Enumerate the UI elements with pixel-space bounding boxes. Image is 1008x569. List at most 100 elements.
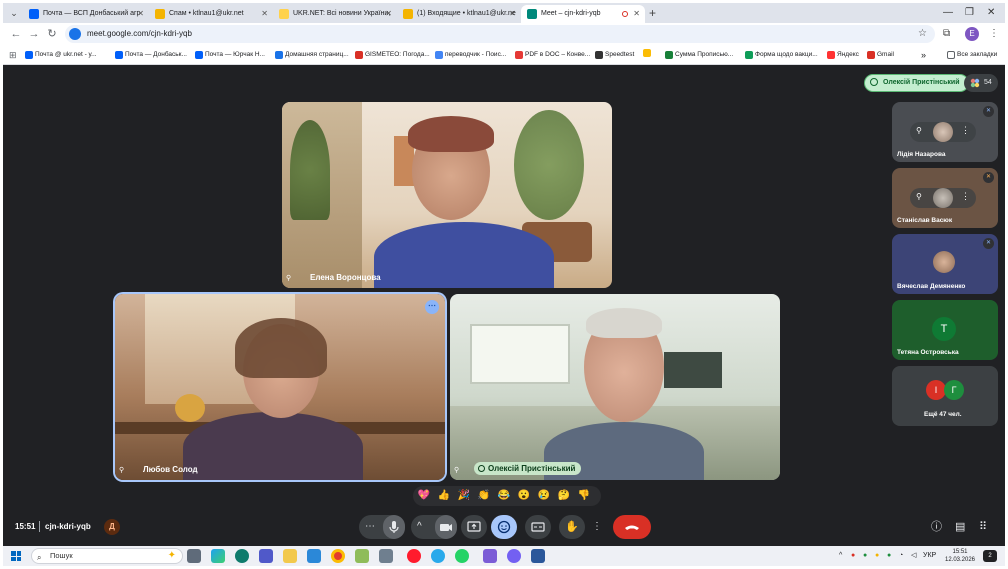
surprised-reaction-button[interactable]: 😮 [517,489,531,503]
microphone-button[interactable] [383,515,405,539]
side-participant-tile[interactable]: ✕ ⚲ ⋮ Лідія Назарова [892,102,998,162]
sad-reaction-button[interactable]: 😢 [537,489,551,503]
bookmark-item[interactable]: Почта — Юрчак Н... [195,45,265,65]
tab-search-icon[interactable]: ⌄ [7,6,21,20]
pin-icon[interactable]: ⚲ [916,126,922,135]
side-participant-tile[interactable]: T Тетяна Островська [892,300,998,360]
extensions-icon[interactable]: ⧉ [943,26,950,42]
bookmark-item[interactable]: Сумма Прописью... [665,45,733,65]
tray-app-icon[interactable]: ● [863,546,867,566]
browser-tab[interactable]: Почта — ВСП Донбаський агр ✕ [23,5,149,23]
close-window-icon[interactable]: ✕ [987,5,995,21]
task-view-icon[interactable] [187,549,201,563]
tray-app-icon[interactable]: ● [875,546,879,566]
tray-overflow-icon[interactable]: ^ [839,546,842,566]
chat-icon[interactable]: ▤ [955,519,965,535]
edge-icon[interactable] [235,549,249,563]
keyboard-language[interactable]: УКР [923,546,936,566]
party-reaction-button[interactable]: 🎉 [457,489,471,503]
more-options-button[interactable]: ⋯ [425,300,439,314]
thinking-reaction-button[interactable]: 🤔 [557,489,571,503]
participant-tile[interactable]: ⚲ Олексій Пристінський [450,294,780,480]
bookmark-item[interactable]: Яндекс [827,45,859,65]
bookmark-item[interactable]: переводчик - Поис... [435,45,506,65]
more-options-button[interactable]: ⋮ [589,515,605,539]
notifications-badge[interactable]: 2 [983,550,997,562]
close-icon[interactable]: ✕ [261,5,268,23]
meeting-info-icon[interactable]: ⓘ [931,519,942,535]
thumbs-down-reaction-button[interactable]: 👎 [577,489,591,503]
chrome-icon[interactable] [331,549,345,563]
present-screen-button[interactable] [461,515,487,539]
captions-button[interactable] [525,515,551,539]
close-icon[interactable]: ✕ [509,5,516,23]
bookmark-item[interactable]: PDF в DOC – Конве... [515,45,590,65]
more-options-icon[interactable]: ⋮ [961,125,970,136]
bookmark-item[interactable]: Домашняя страниц... [275,45,349,65]
bookmark-item[interactable] [643,45,651,65]
taskbar-search[interactable]: ⌕ Пошук ✦ [31,548,183,564]
tray-app-icon[interactable]: ● [887,546,891,566]
bookmark-star-icon[interactable]: ☆ [918,25,927,43]
bookmark-item[interactable]: Форма щодо вакци... [745,45,818,65]
system-clock[interactable]: 15:51 12.03.2026 [939,548,981,564]
apps-grid-icon[interactable]: ⊞ [9,45,17,65]
bookmark-item[interactable]: Gmail [867,45,894,65]
close-icon[interactable]: ✕ [633,5,640,23]
clap-reaction-button[interactable]: 👏 [477,489,491,503]
presenter-indicator[interactable]: Олексій Пристінський [864,74,969,92]
whatsapp-icon[interactable] [455,549,469,563]
forward-icon[interactable]: → [27,26,41,42]
thumbs-up-reaction-button[interactable]: 👍 [437,489,451,503]
address-bar[interactable]: meet.google.com/cjn-kdri-yqb ☆ [65,25,935,43]
browser-tab[interactable]: (1) Входящие • ktlnau1@ukr.ne ✕ [397,5,521,23]
reload-icon[interactable]: ↻ [45,26,59,42]
side-participant-tile[interactable]: ✕ ⚲ ⋮ Станіслав Васюк [892,168,998,228]
reactions-button[interactable] [491,515,517,539]
pin-icon[interactable]: ⚲ [916,192,922,201]
site-info-icon[interactable] [69,28,81,40]
raise-hand-button[interactable]: ✋ [559,515,585,539]
bookmark-item[interactable]: Почта — Донбаськ... [115,45,187,65]
side-participant-tile[interactable]: ✕ Вячеслав Демяненко [892,234,998,294]
participant-count-button[interactable]: 54 [964,74,998,92]
bookmark-item[interactable]: Почта @ ukr.net - у... [25,45,97,65]
video-options-icon[interactable]: ^ [417,515,422,539]
close-icon[interactable]: ✕ [137,5,144,23]
pin-icon[interactable]: ⚲ [286,274,291,282]
viber-icon[interactable] [507,549,521,563]
bookmark-item[interactable]: Speedtest [595,45,634,65]
activities-icon[interactable]: ⠿ [979,519,987,535]
copilot-icon[interactable] [211,549,225,563]
notepad-icon[interactable] [355,549,369,563]
audio-options-icon[interactable]: ⋯ [365,515,375,539]
heart-reaction-button[interactable]: 💖 [417,489,431,503]
opera-icon[interactable] [407,549,421,563]
volume-icon[interactable]: ◁ [911,546,916,566]
menu-kebab-icon[interactable]: ⋮ [989,26,999,42]
app-icon[interactable] [483,549,497,563]
profile-avatar[interactable]: E [965,27,979,41]
participant-tile[interactable]: ⚲ Елена Воронцова [282,102,612,288]
teams-icon[interactable] [259,549,273,563]
camera-button[interactable] [435,515,457,539]
pin-icon[interactable]: ⚲ [454,466,459,474]
word-icon[interactable] [531,549,545,563]
more-options-icon[interactable]: ⋮ [961,191,970,202]
tray-app-icon[interactable]: ● [851,546,855,566]
browser-tab[interactable]: UKR.NET: Всі новини України, ✕ [273,5,397,23]
pin-icon[interactable]: ⚲ [119,466,124,474]
new-tab-button[interactable]: + [649,5,656,21]
minimize-icon[interactable]: — [943,5,953,21]
telegram-icon[interactable] [431,549,445,563]
back-icon[interactable]: ← [9,26,23,42]
all-bookmarks-button[interactable]: Все закладки [947,45,997,65]
browser-tab-active[interactable]: Meet – cjn-kdri-yqb ✕ [521,5,645,23]
file-explorer-icon[interactable] [283,549,297,563]
restore-icon[interactable]: ❐ [965,5,974,21]
calculator-icon[interactable] [379,549,393,563]
participant-tile-speaking[interactable]: ⋯ ⚲ Любов Солод [115,294,445,480]
bookmark-item[interactable]: GISMETEO: Погода... [355,45,430,65]
close-icon[interactable]: ✕ [385,5,392,23]
wifi-icon[interactable]: ◔ [899,546,903,566]
